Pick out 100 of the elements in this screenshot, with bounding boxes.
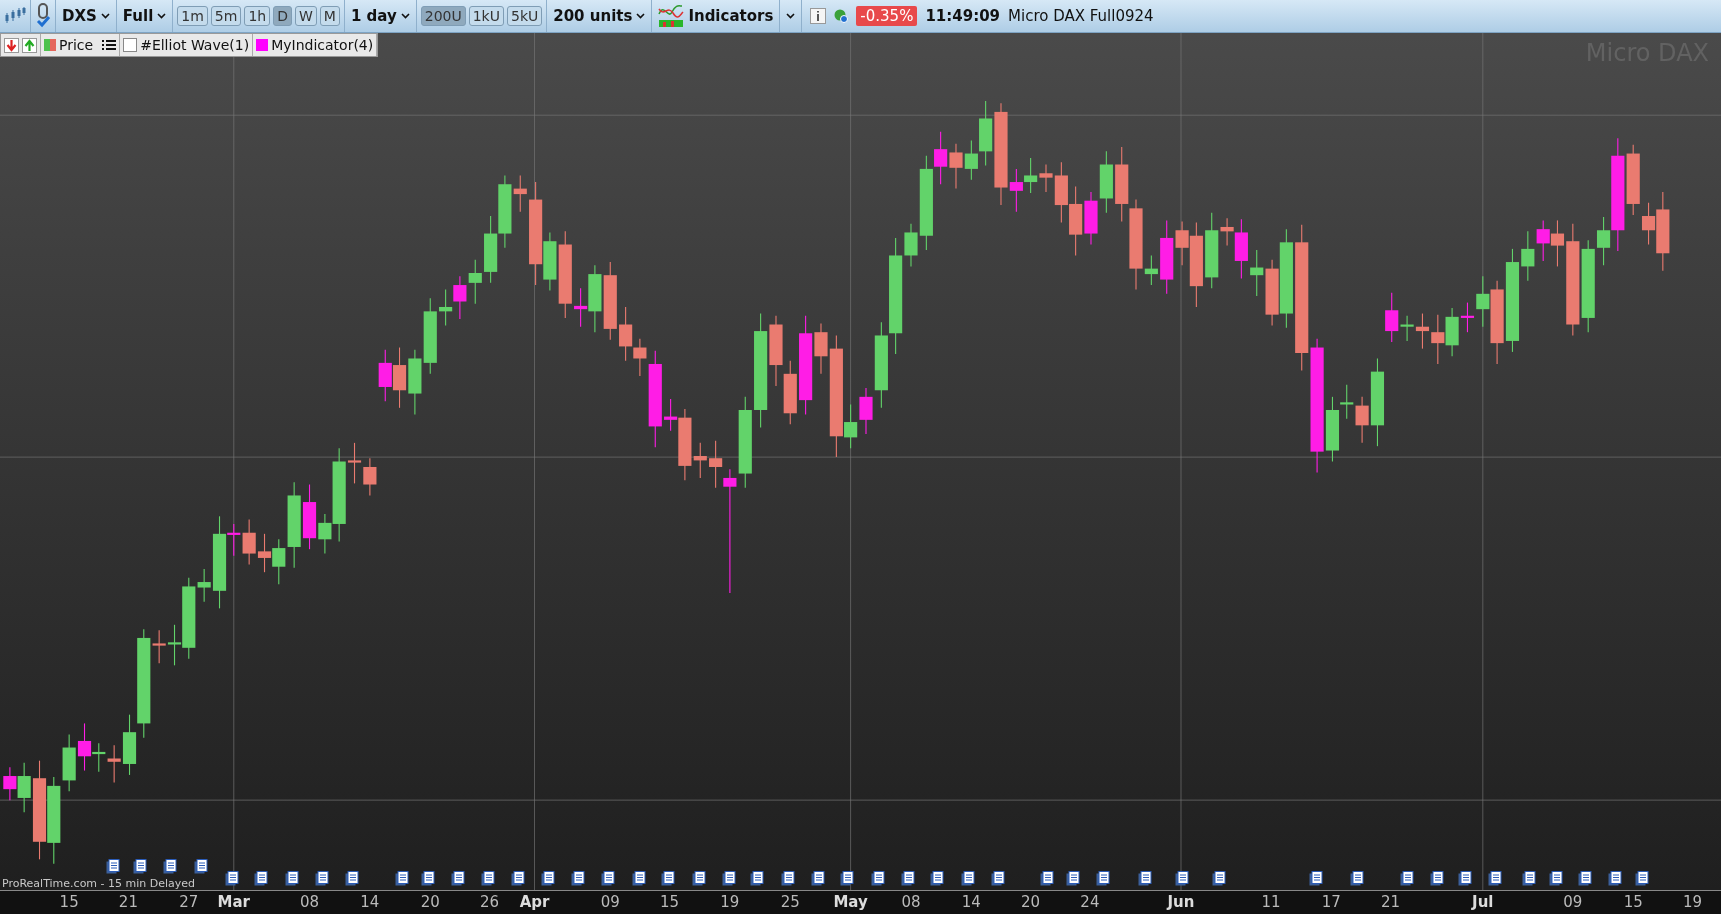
- document-icon[interactable]: [133, 859, 148, 874]
- document-icon[interactable]: [750, 871, 765, 886]
- candle: [1415, 313, 1430, 350]
- document-icon[interactable]: [961, 871, 976, 886]
- info-icon[interactable]: [810, 8, 827, 24]
- document-icon[interactable]: [1400, 871, 1415, 886]
- legend-label[interactable]: MyIndicator(4): [271, 37, 374, 53]
- document-icon[interactable]: [1549, 871, 1564, 886]
- list-icon[interactable]: [102, 39, 117, 51]
- document-icon[interactable]: [1458, 871, 1473, 886]
- units-button[interactable]: 1kU: [468, 6, 504, 26]
- legend-label[interactable]: Price: [59, 37, 94, 53]
- document-icon[interactable]: [254, 871, 269, 886]
- period-dropdown[interactable]: 1 day: [348, 7, 412, 25]
- document-icon[interactable]: [930, 871, 945, 886]
- document-icon[interactable]: [1309, 871, 1323, 886]
- indicators-button[interactable]: Indicators: [656, 4, 776, 28]
- candle: [949, 143, 963, 190]
- axis-label: 11: [1261, 893, 1281, 911]
- document-icon[interactable]: [1040, 871, 1055, 886]
- axis-label: 24: [1080, 893, 1100, 911]
- legend-label[interactable]: #Elliot Wave(1): [140, 37, 250, 53]
- document-icon[interactable]: [314, 871, 329, 886]
- document-icon[interactable]: [692, 871, 707, 886]
- view-dropdown[interactable]: Full: [120, 7, 169, 25]
- caret-icon: [786, 13, 796, 19]
- axis-label: 08: [901, 893, 921, 911]
- document-icon[interactable]: [394, 871, 409, 886]
- document-icon[interactable]: [1429, 871, 1444, 886]
- symbol-dropdown[interactable]: DXS: [60, 7, 112, 25]
- document-icon[interactable]: [1607, 871, 1622, 886]
- timeframe-button[interactable]: D: [273, 6, 292, 26]
- candle: [408, 349, 422, 415]
- document-icon[interactable]: [1521, 871, 1536, 886]
- axis-label: Jul: [1472, 893, 1494, 911]
- axis-label: Mar: [217, 893, 250, 911]
- axis-label: 08: [299, 893, 320, 911]
- document-icon[interactable]: [631, 871, 646, 886]
- document-icon[interactable]: [601, 871, 616, 886]
- units-dropdown[interactable]: 200 units: [551, 7, 648, 25]
- link-check-icon[interactable]: [35, 3, 51, 29]
- axis-label: 21: [118, 893, 138, 911]
- document-icon[interactable]: [900, 871, 915, 886]
- axis-label: 19: [1682, 893, 1702, 911]
- units-button[interactable]: 200U: [420, 6, 466, 26]
- document-icon[interactable]: [1634, 871, 1649, 886]
- candle: [1024, 157, 1038, 194]
- document-icon[interactable]: [1137, 871, 1152, 886]
- instrument-label: Micro DAX Full0924: [1008, 7, 1154, 25]
- document-icon[interactable]: [571, 871, 586, 886]
- document-icon[interactable]: [840, 871, 855, 886]
- document-icon[interactable]: [481, 871, 496, 886]
- axis-label: 15: [1623, 893, 1643, 911]
- document-icon[interactable]: [284, 871, 299, 886]
- document-icon[interactable]: [163, 859, 178, 874]
- caret-icon: [157, 13, 167, 19]
- change-badge: -0.35%: [856, 6, 918, 26]
- document-icon[interactable]: [421, 871, 436, 886]
- caret-icon: [636, 13, 646, 19]
- document-icon[interactable]: [106, 859, 121, 874]
- candle: [242, 519, 256, 566]
- document-icon[interactable]: [345, 871, 360, 886]
- document-icon[interactable]: [224, 871, 239, 886]
- axis-label: 27: [179, 893, 199, 911]
- document-icon[interactable]: [721, 871, 736, 886]
- candle: [484, 215, 498, 284]
- document-icon[interactable]: [1577, 871, 1592, 886]
- timeframe-button[interactable]: W: [294, 6, 317, 26]
- document-icon[interactable]: [1487, 871, 1502, 886]
- arrow-down-icon[interactable]: [4, 37, 19, 53]
- caret-icon: [400, 13, 410, 19]
- timeframe-button[interactable]: M: [319, 6, 340, 26]
- timeframe-button[interactable]: 1h: [244, 6, 271, 26]
- candle: [378, 349, 392, 402]
- document-icon[interactable]: [990, 871, 1005, 886]
- timeframe-button[interactable]: 5m: [210, 6, 242, 26]
- document-icon[interactable]: [511, 871, 526, 886]
- candle: [439, 288, 453, 327]
- document-icon[interactable]: [871, 871, 886, 886]
- candle: [1250, 249, 1264, 297]
- checkbox[interactable]: [123, 38, 138, 52]
- more-dropdown[interactable]: [784, 13, 798, 19]
- document-icon[interactable]: [781, 871, 796, 886]
- indicator-chart-icon: [658, 4, 685, 28]
- document-icon[interactable]: [1066, 871, 1081, 886]
- document-icon[interactable]: [193, 859, 208, 874]
- price-swatch-icon: [44, 39, 56, 51]
- timeframe-button[interactable]: 1m: [177, 6, 208, 26]
- document-icon[interactable]: [1349, 871, 1364, 886]
- document-icon[interactable]: [1212, 871, 1227, 886]
- arrow-up-icon[interactable]: [22, 37, 37, 53]
- axis-label: 09: [600, 893, 620, 911]
- document-icon[interactable]: [661, 871, 676, 886]
- status-icon: [834, 9, 849, 23]
- document-icon[interactable]: [540, 871, 555, 886]
- document-icon[interactable]: [810, 871, 825, 886]
- units-button[interactable]: 5kU: [506, 6, 543, 26]
- document-icon[interactable]: [450, 871, 465, 886]
- document-icon[interactable]: [1175, 871, 1190, 886]
- document-icon[interactable]: [1096, 871, 1111, 886]
